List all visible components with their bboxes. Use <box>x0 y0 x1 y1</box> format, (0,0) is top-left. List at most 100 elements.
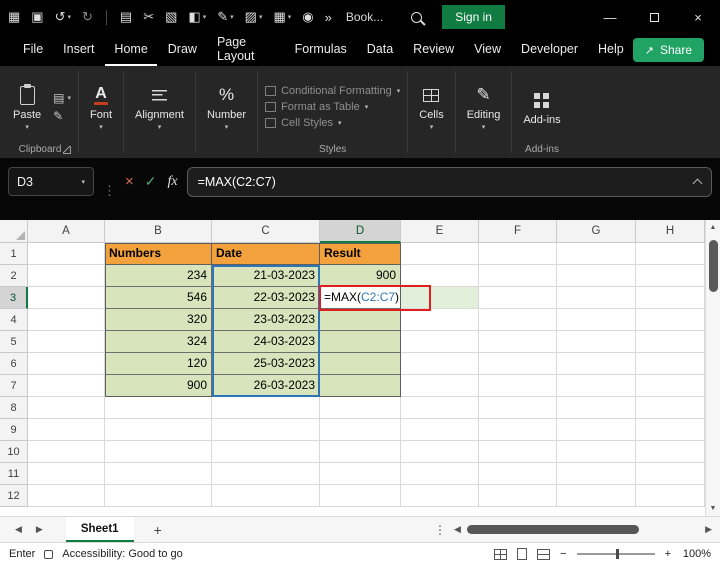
sheet-tab-sheet1[interactable]: Sheet1 <box>65 517 134 542</box>
row-header-2[interactable]: 2 <box>0 265 28 287</box>
number-button[interactable]: % Number ▾ <box>203 81 250 133</box>
cell-H1[interactable] <box>636 243 705 265</box>
page-break-view-icon[interactable] <box>537 548 551 560</box>
cell-H11[interactable] <box>636 463 705 485</box>
tab-insert[interactable]: Insert <box>54 34 103 66</box>
cell-A4[interactable] <box>28 309 105 331</box>
add-sheet-button[interactable]: + <box>144 517 172 542</box>
cell-F7[interactable] <box>479 375 557 397</box>
paste-button[interactable]: Paste ▾ <box>9 81 45 133</box>
format-painter-button[interactable]: ✎ <box>53 109 71 123</box>
cell-E10[interactable] <box>401 441 479 463</box>
column-header-D[interactable]: D <box>320 220 401 243</box>
cell-F12[interactable] <box>479 485 557 507</box>
sheet-nav-left-icon[interactable]: ◀ <box>8 517 29 542</box>
cell-A2[interactable] <box>28 265 105 287</box>
cell-G1[interactable] <box>557 243 636 265</box>
zoom-slider[interactable] <box>576 549 655 559</box>
row-header-11[interactable]: 11 <box>0 463 28 485</box>
cell-H3[interactable] <box>636 287 705 309</box>
more-options-icon[interactable]: ⋮ <box>426 517 454 542</box>
cell-A6[interactable] <box>28 353 105 375</box>
cell-E5[interactable] <box>401 331 479 353</box>
cell-F3[interactable] <box>479 287 557 309</box>
column-header-C[interactable]: C <box>212 220 320 243</box>
cell-C9[interactable] <box>212 419 320 441</box>
cell-D6[interactable] <box>320 353 401 375</box>
cell-E6[interactable] <box>401 353 479 375</box>
cell-B5[interactable]: 324 <box>105 331 212 353</box>
cell-D9[interactable] <box>320 419 401 441</box>
cell-G2[interactable] <box>557 265 636 287</box>
select-all-corner[interactable] <box>0 220 28 243</box>
cell-F6[interactable] <box>479 353 557 375</box>
save-icon[interactable]: ▣ <box>31 9 43 25</box>
column-header-A[interactable]: A <box>28 220 105 243</box>
cell-H12[interactable] <box>636 485 705 507</box>
tab-file[interactable]: File <box>14 34 52 66</box>
row-header-1[interactable]: 1 <box>0 243 28 265</box>
format-as-table-button[interactable]: Format as Table ▾ <box>265 101 400 113</box>
cell-C7[interactable]: 26-03-2023 <box>212 375 320 397</box>
formula-input[interactable]: =MAX(C2:C7) <box>186 167 712 197</box>
undo-icon[interactable]: ↺ ▾ <box>55 9 71 25</box>
row-header-3[interactable]: 3 <box>0 287 28 309</box>
copy-button[interactable]: ▤ ▾ <box>53 91 71 105</box>
cell-F1[interactable] <box>479 243 557 265</box>
row-header-7[interactable]: 7 <box>0 375 28 397</box>
cell-C11[interactable] <box>212 463 320 485</box>
vertical-scrollbar[interactable]: ▲ ▼ <box>705 220 720 516</box>
pen-icon[interactable]: ✎ ▾ <box>217 9 233 25</box>
cell-A12[interactable] <box>28 485 105 507</box>
cell-C12[interactable] <box>212 485 320 507</box>
cell-D11[interactable] <box>320 463 401 485</box>
cell-B9[interactable] <box>105 419 212 441</box>
overflow-icon[interactable]: » <box>325 10 332 25</box>
scroll-left-icon[interactable]: ◀ <box>454 524 461 535</box>
cell-F5[interactable] <box>479 331 557 353</box>
cell-C4[interactable]: 23-03-2023 <box>212 309 320 331</box>
cell-A10[interactable] <box>28 441 105 463</box>
cell-B8[interactable] <box>105 397 212 419</box>
column-header-F[interactable]: F <box>479 220 557 243</box>
cell-G11[interactable] <box>557 463 636 485</box>
cell-F2[interactable] <box>479 265 557 287</box>
font-button[interactable]: A Font ▾ <box>86 81 116 133</box>
cell-G9[interactable] <box>557 419 636 441</box>
horizontal-scroll-thumb[interactable] <box>466 525 639 534</box>
cell-H2[interactable] <box>636 265 705 287</box>
highlighter-icon[interactable]: ▨ ▾ <box>245 9 263 25</box>
column-header-H[interactable]: H <box>636 220 705 243</box>
cell-G4[interactable] <box>557 309 636 331</box>
cells-button[interactable]: Cells ▾ <box>415 81 447 133</box>
fill-color-icon[interactable]: ◧ ▾ <box>188 9 206 25</box>
cell-A7[interactable] <box>28 375 105 397</box>
cell-A3[interactable] <box>28 287 105 309</box>
cell-H9[interactable] <box>636 419 705 441</box>
share-button[interactable]: ↗ Share <box>632 38 704 62</box>
horizontal-scroll-track[interactable] <box>465 525 701 534</box>
cell-B3[interactable]: 546 <box>105 287 212 309</box>
cell-B12[interactable] <box>105 485 212 507</box>
cell-B11[interactable] <box>105 463 212 485</box>
row-header-12[interactable]: 12 <box>0 485 28 507</box>
cell-D1[interactable]: Result <box>320 243 401 265</box>
cell-A8[interactable] <box>28 397 105 419</box>
cell-H8[interactable] <box>636 397 705 419</box>
tab-formulas[interactable]: Formulas <box>286 34 356 66</box>
cell-A5[interactable] <box>28 331 105 353</box>
cell-D8[interactable] <box>320 397 401 419</box>
cell-A9[interactable] <box>28 419 105 441</box>
cell-C1[interactable]: Date <box>212 243 320 265</box>
cell-F4[interactable] <box>479 309 557 331</box>
name-box[interactable]: D3 ▾ <box>8 167 94 196</box>
redo-icon[interactable]: ↻ <box>82 9 93 25</box>
cell-E2[interactable] <box>401 265 479 287</box>
cell-E7[interactable] <box>401 375 479 397</box>
cell-C8[interactable] <box>212 397 320 419</box>
cell-G7[interactable] <box>557 375 636 397</box>
cell-F11[interactable] <box>479 463 557 485</box>
cell-C6[interactable]: 25-03-2023 <box>212 353 320 375</box>
cell-E4[interactable] <box>401 309 479 331</box>
macro-record-icon[interactable] <box>44 549 54 559</box>
